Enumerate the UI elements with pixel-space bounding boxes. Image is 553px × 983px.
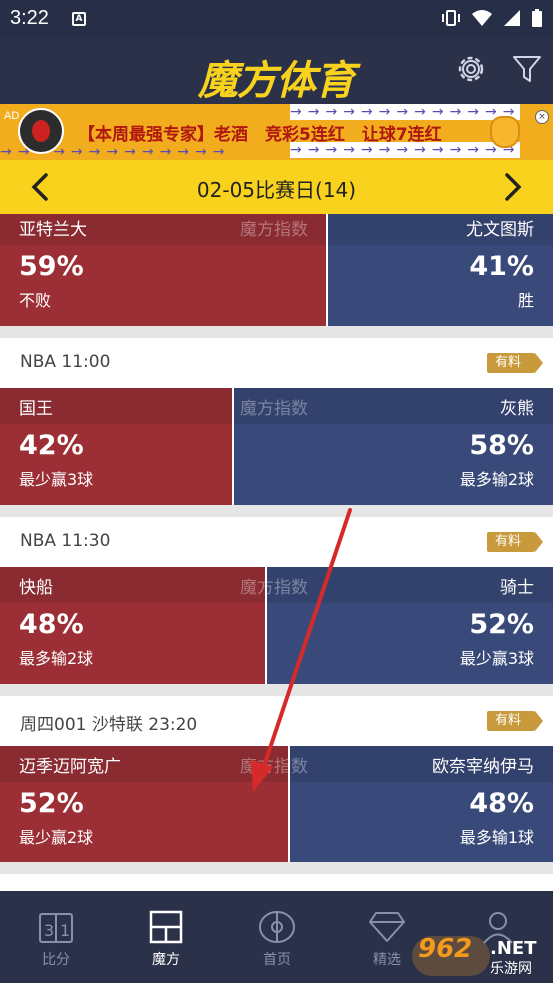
league-time: NBA 11:30 [20,531,111,551]
match-card-next[interactable] [0,874,553,891]
ad-banner[interactable]: →→→→→→→→→→→→→ →→→→→→→→→→→→→ →→→→→→→→→→→→… [0,104,553,160]
home-percent: 42% [19,430,84,461]
match-list[interactable]: 亚特兰大 魔方指数 尤文图斯 59% 41% 不败 胜 NBA 11:00 有料国… [0,214,553,891]
league-time: NBA 11:00 [20,352,111,372]
index-label: 魔方指数 [240,399,308,419]
away-team: 骑士 [500,578,534,598]
insight-tag[interactable]: 有料 [486,532,544,552]
away-team: 欧奈宰纳伊马 [432,757,534,777]
bar-divider [232,388,234,505]
insight-tag[interactable]: 有料 [486,353,544,373]
app-header: 魔方体育 [0,38,553,104]
nav-item-home[interactable]: 首页 [237,909,317,969]
home-team: 国王 [19,399,53,419]
expert-avatar [18,108,64,154]
status-time: 3:22 [10,7,49,29]
ad-arrows-top: →→→→→→→→→→→→→ [290,104,520,120]
match-meta: NBA 11:30 有料 [0,517,553,567]
nav-label-scores: 比分 [42,952,70,968]
match-card[interactable]: 周四001 沙特联 23:20 有料迈季迈阿宽广 魔方指数 欧奈宰纳伊马 52% 48% 最… [0,696,553,863]
index-label: 魔方指数 [240,757,308,777]
nav-item-scores[interactable]: 31 比分 [16,909,96,969]
away-percent: 58% [469,430,534,461]
gear-icon[interactable] [454,52,488,86]
notification-a-icon: A [72,12,86,26]
funnel-icon[interactable] [512,54,542,84]
svg-text:3: 3 [44,921,54,940]
away-percent: 52% [469,609,534,640]
home-percent: 48% [19,609,84,640]
card-separator [0,862,553,874]
index-label: 魔方指数 [240,578,308,598]
match-bars[interactable]: 国王 魔方指数 灰熊 42% 58% 最少赢3球 最多输2球 [0,388,553,505]
chevron-right-icon[interactable] [501,172,525,202]
match-card[interactable]: NBA 11:00 有料国王 魔方指数 灰熊 42% 58% 最少赢3球 最多输2球 [0,338,553,505]
nav-item-cube[interactable]: 魔方 [126,909,206,969]
card-separator [0,684,553,696]
status-icons [441,8,543,28]
wifi-icon [472,10,492,26]
home-note: 最少赢3球 [19,470,94,489]
match-bars-partial[interactable]: 亚特兰大 魔方指数 尤文图斯 59% 41% 不败 胜 [0,214,553,326]
vibrate-icon [442,10,460,26]
watermark-suffix: .NET [490,938,537,959]
away-note: 最多输2球 [459,470,534,489]
away-percent: 48% [469,788,534,819]
home-team: 亚特兰大 [19,220,87,240]
match-meta: 周四001 沙特联 23:20 有料 [0,696,553,746]
card-separator [0,505,553,517]
match-day-label: 02-05比赛日(14) [196,178,357,202]
svg-text:1: 1 [60,921,70,940]
match-meta: NBA 11:00 有料 [0,338,553,388]
league-time: 周四001 沙特联 23:20 [20,715,198,735]
ad-close-icon[interactable]: × [535,110,549,124]
away-note: 最多输1球 [459,828,534,847]
away-team: 尤文图斯 [466,220,534,240]
app-screen: 3:22 A 魔方体育 →→→→→→→→→→→→→ →→→→→→→→→→→→→ … [0,0,553,983]
home-note: 最少赢2球 [19,828,94,847]
home-team: 迈季迈阿宽广 [19,757,121,777]
match-bars[interactable]: 迈季迈阿宽广 魔方指数 欧奈宰纳伊马 52% 48% 最少赢2球 最多输1球 [0,746,553,863]
match-day-bar: 02-05比赛日(14) [0,160,553,214]
match-card[interactable]: NBA 11:30 有料快船 魔方指数 骑士 48% 52% 最多输2球 最少赢3球 [0,517,553,684]
pitch-icon [259,911,295,943]
battery-icon [532,9,542,27]
diamond-icon [369,912,405,942]
ad-headline[interactable]: 【本周最强专家】老酒 竞彩5连红 让球7连红 [78,120,442,145]
nav-label-cube: 魔方 [152,952,180,968]
home-team: 快船 [19,578,53,598]
app-logo: 魔方体育 [198,58,355,104]
watermark-subtitle: 乐游网 [490,961,532,977]
away-note: 最少赢3球 [459,649,534,668]
status-bar: 3:22 A [0,0,553,38]
scoreboard-icon: 31 [39,913,73,943]
home-note: 不败 [19,291,52,310]
away-team: 灰熊 [500,399,534,419]
signal-icon [504,10,520,26]
money-bag-icon [490,116,520,148]
home-percent: 52% [19,788,84,819]
watermark-number: 962 [418,934,473,964]
away-note: 胜 [517,291,534,310]
bar-divider [326,214,328,326]
site-watermark: 962 .NET 乐游网 [412,934,550,980]
nav-label-home: 首页 [263,952,291,968]
card-separator [0,326,553,338]
index-label: 魔方指数 [240,220,308,240]
insight-tag[interactable]: 有料 [486,711,544,731]
home-percent: 59% [19,251,84,282]
away-percent: 41% [469,251,534,282]
home-note: 最多输2球 [19,649,94,668]
cube-grid-icon [149,910,183,944]
match-bars[interactable]: 快船 魔方指数 骑士 48% 52% 最多输2球 最少赢3球 [0,567,553,684]
ad-tag: AD [4,110,20,122]
